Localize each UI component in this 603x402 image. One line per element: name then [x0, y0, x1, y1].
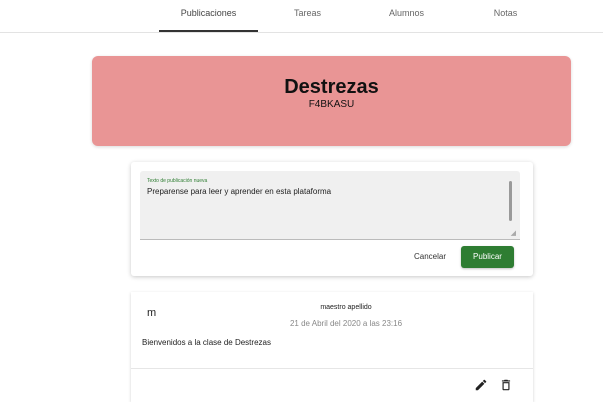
post-divider	[131, 368, 533, 369]
cancel-button[interactable]: Cancelar	[403, 246, 457, 268]
pencil-icon[interactable]	[474, 378, 488, 392]
new-post-field[interactable]: Texto de publicación nueva Preparense pa…	[140, 171, 520, 240]
post-author: maestro apellido	[320, 304, 372, 311]
tab-publicaciones[interactable]: Publicaciones	[159, 0, 258, 32]
class-code: F4BKASU	[308, 99, 355, 110]
avatar: m	[147, 307, 157, 319]
trash-icon[interactable]	[499, 378, 513, 392]
new-post-textarea[interactable]: Preparense para leer y aprender en esta …	[147, 187, 331, 196]
tab-bar: Publicaciones Tareas Alumnos Notas	[0, 0, 603, 33]
active-tab-indicator	[159, 30, 258, 32]
tab-tareas[interactable]: Tareas	[258, 0, 357, 32]
tab-alumnos[interactable]: Alumnos	[357, 0, 456, 32]
post-date: 21 de Abril del 2020 a las 23:16	[289, 319, 403, 328]
publish-button[interactable]: Publicar	[461, 246, 514, 268]
new-post-card: Texto de publicación nueva Preparense pa…	[131, 162, 533, 276]
textarea-scrollbar[interactable]	[509, 181, 512, 221]
tab-notas[interactable]: Notas	[456, 0, 555, 32]
class-banner: Destrezas F4BKASU	[92, 56, 571, 146]
new-post-field-label: Texto de publicación nueva	[147, 178, 208, 184]
class-title: Destrezas	[284, 76, 379, 98]
post-card: m maestro apellido 21 de Abril del 2020 …	[131, 292, 533, 402]
resize-handle-icon[interactable]: ◢	[511, 229, 516, 237]
post-body: Bienvenidos a la clase de Destrezas	[142, 338, 271, 347]
